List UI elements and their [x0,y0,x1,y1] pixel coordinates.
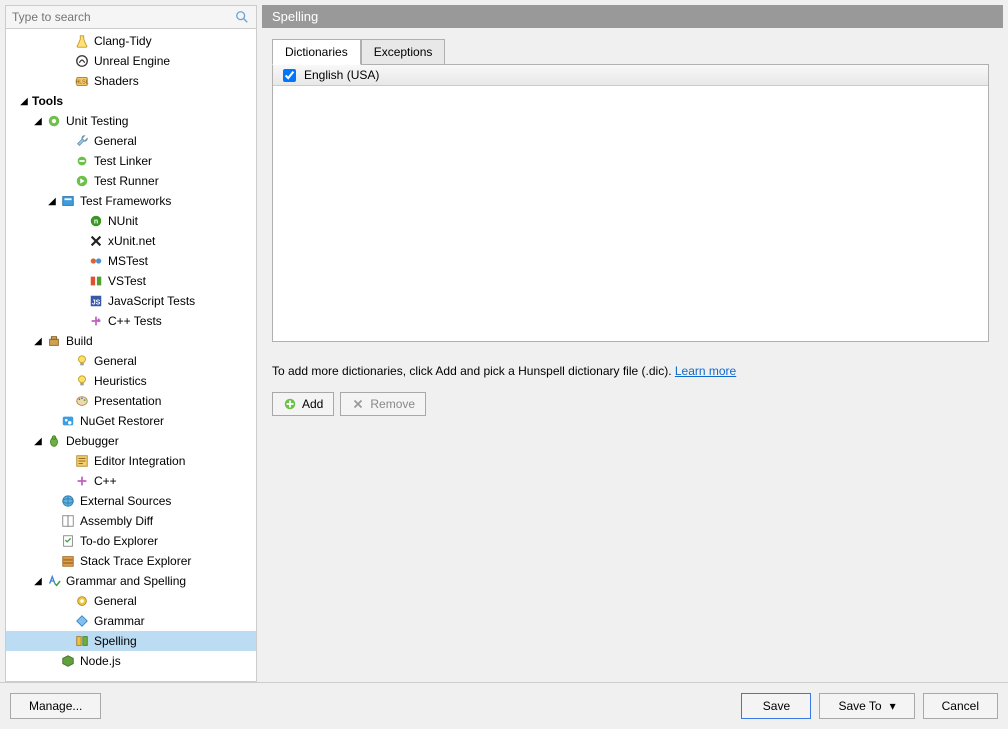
tree-item-heuristics[interactable]: Heuristics [6,371,256,391]
bottom-bar: Manage... Save Save To ▾ Cancel [0,682,1008,729]
chevron-down-icon[interactable]: ◢ [32,115,44,127]
x-icon [351,397,365,411]
cancel-button[interactable]: Cancel [923,693,998,719]
tree-item-unit-testing[interactable]: ◢Unit Testing [6,111,256,131]
tree-item-vstest[interactable]: VSTest [6,271,256,291]
gear-icon [74,593,90,609]
tree-item-grammar[interactable]: Grammar [6,611,256,631]
tree-item-test-runner[interactable]: Test Runner [6,171,256,191]
play-icon [74,173,90,189]
tree-item-todo[interactable]: To-do Explorer [6,531,256,551]
tree-item-presentation[interactable]: Presentation [6,391,256,411]
svg-text:n: n [94,219,98,226]
page-title: Spelling [262,5,1003,28]
save-to-button[interactable]: Save To ▾ [819,693,914,719]
bulb-icon [74,373,90,389]
tree-item-build-general[interactable]: General [6,351,256,371]
bug-icon [46,433,62,449]
add-button[interactable]: Add [272,392,334,416]
build-icon [46,333,62,349]
dict-label: English (USA) [304,68,379,82]
tree-item-test-frameworks[interactable]: ◢Test Frameworks [6,191,256,211]
list-item[interactable]: English (USA) [273,65,988,86]
shaders-icon: HLSL [74,73,90,89]
hint-text: To add more dictionaries, click Add and … [272,364,989,378]
tree-item-nuget[interactable]: NuGet Restorer [6,411,256,431]
tree-item-grammar-spell[interactable]: ◢Grammar and Spelling [6,571,256,591]
svg-text:JS: JS [92,300,101,307]
palette-icon [74,393,90,409]
search-box [6,6,256,29]
chevron-down-icon[interactable]: ◢ [32,435,44,447]
tree-item-ut-general[interactable]: General [6,131,256,151]
mstest-icon [88,253,104,269]
tree-item-gs-general[interactable]: General [6,591,256,611]
remove-button[interactable]: Remove [340,392,426,416]
tree-item-mstest[interactable]: MSTest [6,251,256,271]
tab-strip: Dictionaries Exceptions [272,38,989,64]
search-icon[interactable] [234,9,250,25]
grammar-icon [74,613,90,629]
tree-item-xunit[interactable]: xUnit.net [6,231,256,251]
tree-item-test-linker[interactable]: Test Linker [6,151,256,171]
dict-checkbox[interactable] [283,69,296,82]
tree-item-stack[interactable]: Stack Trace Explorer [6,551,256,571]
settings-tree[interactable]: Clang-Tidy Unreal Engine HLSLShaders ◢To… [6,29,256,681]
spell-icon [46,573,62,589]
stack-icon [60,553,76,569]
tree-item-unreal[interactable]: Unreal Engine [6,51,256,71]
tree-item-debugger[interactable]: ◢Debugger [6,431,256,451]
todo-icon [60,533,76,549]
tree-item-clang-tidy[interactable]: Clang-Tidy [6,31,256,51]
link-icon [74,153,90,169]
nunit-icon: n [88,213,104,229]
unreal-icon [74,53,90,69]
dictionary-list[interactable]: English (USA) [272,64,989,342]
chevron-down-icon[interactable]: ◢ [32,335,44,347]
tree-item-ext-src[interactable]: External Sources [6,491,256,511]
tree-item-tools[interactable]: ◢Tools [6,91,256,111]
tree-item-spelling[interactable]: Spelling [6,631,256,651]
globe-icon [60,493,76,509]
tab-dictionaries[interactable]: Dictionaries [272,39,361,65]
nodejs-icon [60,653,76,669]
sidebar: Clang-Tidy Unreal Engine HLSLShaders ◢To… [5,5,257,682]
svg-text:HLSL: HLSL [75,80,88,86]
nuget-icon [60,413,76,429]
chevron-down-icon: ▾ [890,699,896,713]
frameworks-icon [60,193,76,209]
content-panel: Spelling Dictionaries Exceptions English… [262,5,1003,682]
tree-item-build[interactable]: ◢Build [6,331,256,351]
spelling-icon [74,633,90,649]
chevron-down-icon[interactable]: ◢ [18,95,30,107]
flask-icon [74,33,90,49]
tree-item-cpp-tests[interactable]: C++ Tests [6,311,256,331]
wrench-icon [74,133,90,149]
tree-item-editor-int[interactable]: Editor Integration [6,451,256,471]
tree-item-nunit[interactable]: nNUnit [6,211,256,231]
tree-item-shaders[interactable]: HLSLShaders [6,71,256,91]
tree-item-asm-diff[interactable]: Assembly Diff [6,511,256,531]
tree-item-js-tests[interactable]: JSJavaScript Tests [6,291,256,311]
editor-icon [74,453,90,469]
xunit-icon [88,233,104,249]
unit-test-icon [46,113,62,129]
search-input[interactable] [6,6,234,28]
tab-exceptions[interactable]: Exceptions [361,39,446,65]
vstest-icon [88,273,104,289]
bulb-icon [74,353,90,369]
tree-item-cpp[interactable]: C++ [6,471,256,491]
chevron-down-icon[interactable]: ◢ [32,575,44,587]
chevron-down-icon[interactable]: ◢ [46,195,58,207]
manage-button[interactable]: Manage... [10,693,101,719]
learn-more-link[interactable]: Learn more [675,364,736,378]
cpp-icon [74,473,90,489]
cpp-icon [88,313,104,329]
diff-icon [60,513,76,529]
plus-icon [283,397,297,411]
js-icon: JS [88,293,104,309]
save-button[interactable]: Save [741,693,811,719]
tree-item-nodejs[interactable]: Node.js [6,651,256,671]
